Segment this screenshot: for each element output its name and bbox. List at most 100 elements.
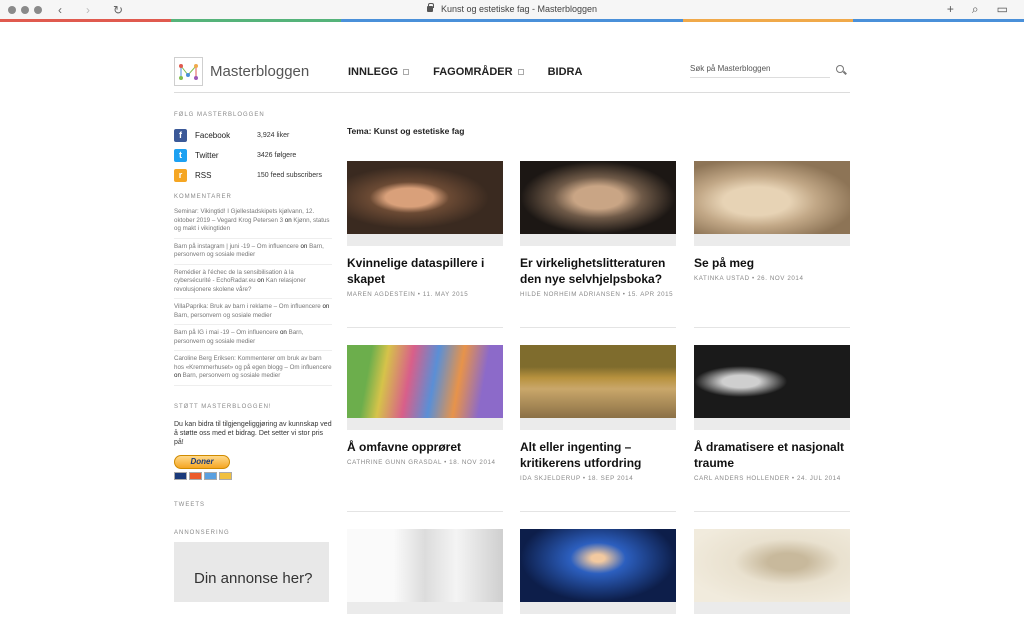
comment-item[interactable]: Barn på IG i mai -19 – Om influencere on… [174, 325, 332, 351]
comments-list: Seminar: Vikingtid! I Gjellestadskipets … [174, 204, 332, 386]
main-nav: INNLEGG FAGOMRÅDER BIDRA [348, 66, 582, 78]
post-card[interactable] [347, 529, 503, 614]
sidebar: FØLG MASTERBLOGGEN f Facebook 3,924 like… [174, 112, 332, 602]
comment-on: on [284, 216, 292, 224]
post-thumbnail[interactable] [520, 529, 676, 602]
thumbnail-bar [520, 418, 676, 430]
color-stripe-segment [341, 19, 513, 22]
comment-post[interactable]: Barn, personvern og sosiale medier [174, 312, 272, 319]
post-card[interactable]: Se på meg KATINKA USTAD • 26. NOV 2014 [694, 161, 850, 284]
post-title[interactable]: Kvinnelige dataspillere i skapet [347, 255, 503, 287]
nav-item-innlegg[interactable]: INNLEGG [348, 66, 410, 78]
comments-heading: KOMMENTARER [174, 194, 232, 200]
support-heading: STØTT MASTERBLOGGEN! [174, 403, 272, 410]
rss-icon: r [174, 168, 187, 182]
thumbnail-bar [347, 602, 503, 614]
comment-on: on [174, 372, 181, 379]
sidebar-toggle-icon[interactable]: ▭ [997, 2, 1008, 17]
post-thumbnail[interactable] [520, 345, 676, 418]
facebook-icon: f [174, 128, 187, 142]
search-input[interactable]: Søk på Masterbloggen [690, 64, 830, 78]
follow-count: 3,924 liker [257, 131, 290, 139]
comment-item[interactable]: Barn på instagram | juni -19 – Om influe… [174, 239, 332, 265]
tweets-heading: TWEETS [174, 501, 205, 508]
post-card[interactable]: Kvinnelige dataspillere i skapet MAREN AG… [347, 161, 503, 300]
nav-item-bidra[interactable]: BIDRA [548, 66, 583, 78]
nav-label: BIDRA [547, 66, 583, 78]
post-card[interactable]: Å omfavne opprøret CATHRINE GUNN GRASDAL … [347, 345, 503, 468]
follow-rss[interactable]: r RSS 150 feed subscribers [174, 168, 332, 182]
follow-count: 3426 følgere [257, 151, 297, 159]
follow-heading: FØLG MASTERBLOGGEN [174, 112, 265, 118]
post-thumbnail[interactable] [694, 345, 850, 418]
post-meta: CATHRINE GUNN GRASDAL • 18. NOV 2014 [347, 459, 496, 466]
comment-item[interactable]: VillaPaprika: Bruk av barn i reklame – O… [174, 299, 332, 325]
color-stripe-segment [512, 19, 683, 22]
twitter-icon: t [174, 148, 187, 162]
payment-cards-icon [174, 471, 332, 480]
thumbnail-bar [520, 602, 676, 614]
follow-name[interactable]: RSS [195, 171, 257, 180]
comment-post[interactable]: Barn, personvern og sosiale medier [183, 372, 281, 379]
post-thumbnail[interactable] [694, 529, 850, 602]
site-logo-icon[interactable] [174, 57, 203, 86]
post-card[interactable] [694, 529, 850, 614]
search-icon[interactable]: ⌕ [972, 2, 979, 17]
post-title[interactable]: Å dramatisere et nasjonalt traume [694, 439, 850, 471]
post-thumbnail[interactable] [347, 161, 503, 234]
page-title: Tema: Kunst og estetiske fag [347, 126, 465, 136]
post-meta: MAREN AGDESTEIN • 11. MAY 2015 [347, 291, 469, 298]
comment-on: on [279, 329, 287, 336]
site-header: Masterbloggen INNLEGG FAGOMRÅDER BIDRA S… [174, 55, 850, 93]
comment-author[interactable]: VillaPaprika: Bruk av barn i reklame – O… [174, 303, 321, 310]
new-tab-button[interactable]: + [947, 2, 954, 17]
comment-author[interactable]: Barn på instagram | juni -19 – Om influe… [174, 243, 299, 250]
post-thumbnail[interactable] [347, 345, 503, 418]
color-stripe-segment [853, 19, 1024, 22]
post-thumbnail[interactable] [694, 161, 850, 234]
follow-list: f Facebook 3,924 liker t Twitter 3426 fø… [174, 128, 332, 182]
post-card[interactable]: Alt eller ingenting – kritikerens utford… [520, 345, 676, 484]
comment-item[interactable]: Remédier à l'échec de la sensibilisation… [174, 265, 332, 299]
post-meta: IDA SKJELDERUP • 18. SEP 2014 [520, 475, 634, 482]
search-icon[interactable] [836, 65, 844, 73]
post-card[interactable]: Å dramatisere et nasjonalt traume CARL AN… [694, 345, 850, 484]
support-text: Du kan bidra til tilgjengeliggjøring av … [174, 420, 332, 446]
color-stripe-segment [0, 19, 171, 22]
comment-on: on [257, 277, 265, 284]
post-card[interactable]: Er virkelighetslitteraturen den nye selv… [520, 161, 676, 300]
expand-icon[interactable] [517, 69, 524, 75]
post-meta: CARL ANDERS HOLLENDER • 24. JUL 2014 [694, 475, 841, 482]
card-divider [520, 327, 676, 328]
card-divider [694, 511, 850, 512]
follow-name[interactable]: Facebook [195, 131, 257, 140]
nav-item-fagomrader[interactable]: FAGOMRÅDER [433, 66, 524, 78]
comment-item[interactable]: Caroline Berg Eriksen: Kommenterer om br… [174, 351, 332, 386]
follow-name[interactable]: Twitter [195, 151, 257, 160]
thumbnail-bar [694, 602, 850, 614]
nav-label: FAGOMRÅDER [433, 66, 513, 78]
follow-twitter[interactable]: t Twitter 3426 følgere [174, 148, 332, 162]
tab-title-area: Kunst og estetiske fag - Masterbloggen [0, 3, 1024, 14]
expand-icon[interactable] [403, 69, 410, 75]
post-title[interactable]: Er virkelighetslitteraturen den nye selv… [520, 255, 676, 287]
thumbnail-bar [347, 234, 503, 246]
donate-button[interactable]: Doner [174, 454, 230, 469]
comment-item[interactable]: Seminar: Vikingtid! I Gjellestadskipets … [174, 204, 332, 239]
comment-author[interactable]: Caroline Berg Eriksen: Kommenterer om br… [174, 355, 332, 371]
post-title[interactable]: Å omfavne opprøret [347, 439, 503, 455]
post-thumbnail[interactable] [347, 529, 503, 602]
post-card[interactable] [520, 529, 676, 614]
comment-on: on [300, 242, 308, 250]
post-title[interactable]: Alt eller ingenting – kritikerens utford… [520, 439, 676, 471]
ad-banner[interactable]: Din annonse her? [174, 541, 329, 602]
post-thumbnail[interactable] [520, 161, 676, 234]
browser-toolbar: ‹ › ↻ Kunst og estetiske fag - Masterblo… [0, 0, 1024, 20]
site-title[interactable]: Masterbloggen [210, 63, 309, 80]
follow-facebook[interactable]: f Facebook 3,924 liker [174, 128, 332, 142]
post-title[interactable]: Se på meg [694, 255, 850, 271]
comment-on: on [322, 303, 330, 310]
thumbnail-bar [347, 418, 503, 430]
post-meta: KATINKA USTAD • 26. NOV 2014 [694, 275, 804, 282]
comment-author[interactable]: Barn på IG i mai -19 – Om influencere [174, 329, 278, 336]
